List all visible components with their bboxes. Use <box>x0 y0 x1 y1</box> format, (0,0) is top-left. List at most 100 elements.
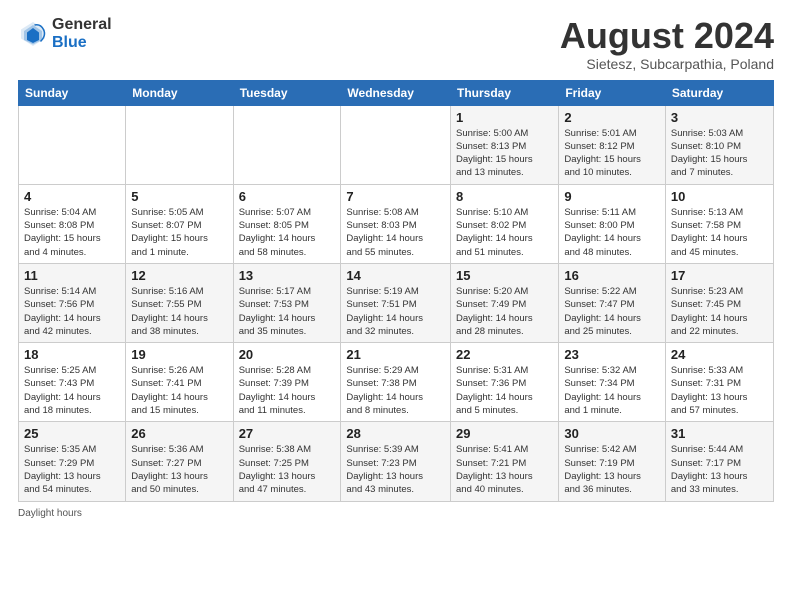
subtitle: Sietesz, Subcarpathia, Poland <box>560 56 774 72</box>
day-number: 2 <box>564 110 660 125</box>
day-number: 22 <box>456 347 553 362</box>
calendar-cell: 22 Sunrise: 5:31 AMSunset: 7:36 PMDayligh… <box>451 343 559 422</box>
day-info: Sunrise: 5:14 AMSunset: 7:56 PMDaylight:… <box>24 285 120 338</box>
day-info: Sunrise: 5:10 AMSunset: 8:02 PMDaylight:… <box>456 206 553 259</box>
calendar-cell: 24Sunrise: 5:33 AMSunset: 7:31 PMDayligh… <box>665 343 773 422</box>
calendar-cell: 6 Sunrise: 5:07 AMSunset: 8:05 PMDaylight… <box>233 184 341 263</box>
day-info: Sunrise: 5:29 AMSunset: 7:38 PMDaylight:… <box>346 364 445 417</box>
calendar-col-header: Sunday <box>19 80 126 105</box>
day-info: Sunrise: 5:41 AMSunset: 7:21 PMDaylight:… <box>456 443 553 496</box>
calendar-cell: 25Sunrise: 5:35 AMSunset: 7:29 PMDayligh… <box>19 422 126 501</box>
day-info: Sunrise: 5:28 AMSunset: 7:39 PMDaylight:… <box>239 364 336 417</box>
calendar-col-header: Tuesday <box>233 80 341 105</box>
calendar-cell: 13 Sunrise: 5:17 AMSunset: 7:53 PMDayligh… <box>233 263 341 342</box>
day-number: 13 <box>239 268 336 283</box>
calendar-cell: 28Sunrise: 5:39 AMSunset: 7:23 PMDayligh… <box>341 422 451 501</box>
day-info: Sunrise: 5:01 AMSunset: 8:12 PMDaylight:… <box>564 127 660 180</box>
day-number: 19 <box>131 347 227 362</box>
day-info: Sunrise: 5:17 AMSunset: 7:53 PMDaylight:… <box>239 285 336 338</box>
calendar-cell: 10 Sunrise: 5:13 AMSunset: 7:58 PMDayligh… <box>665 184 773 263</box>
calendar-cell: 7Sunrise: 5:08 AMSunset: 8:03 PMDaylight… <box>341 184 451 263</box>
calendar-cell: 26Sunrise: 5:36 AMSunset: 7:27 PMDayligh… <box>126 422 233 501</box>
day-info: Sunrise: 5:11 AMSunset: 8:00 PMDaylight:… <box>564 206 660 259</box>
calendar-cell: 31Sunrise: 5:44 AMSunset: 7:17 PMDayligh… <box>665 422 773 501</box>
calendar-week-row: 18Sunrise: 5:25 AMSunset: 7:43 PMDayligh… <box>19 343 774 422</box>
calendar-cell: 21 Sunrise: 5:29 AMSunset: 7:38 PMDayligh… <box>341 343 451 422</box>
calendar-cell: 12 Sunrise: 5:16 AMSunset: 7:55 PMDayligh… <box>126 263 233 342</box>
day-number: 31 <box>671 426 768 441</box>
calendar-cell <box>19 105 126 184</box>
day-info: Sunrise: 5:23 AMSunset: 7:45 PMDaylight:… <box>671 285 768 338</box>
day-info: Sunrise: 5:16 AMSunset: 7:55 PMDaylight:… <box>131 285 227 338</box>
calendar-cell: 29 Sunrise: 5:41 AMSunset: 7:21 PMDayligh… <box>451 422 559 501</box>
day-number: 4 <box>24 189 120 204</box>
day-info: Sunrise: 5:08 AMSunset: 8:03 PMDaylight:… <box>346 206 445 259</box>
day-info: Sunrise: 5:42 AMSunset: 7:19 PMDaylight:… <box>564 443 660 496</box>
calendar-col-header: Thursday <box>451 80 559 105</box>
calendar-header-row: SundayMondayTuesdayWednesdayThursdayFrid… <box>19 80 774 105</box>
header: General Blue August 2024 Sietesz, Subcar… <box>18 16 774 72</box>
day-number: 29 <box>456 426 553 441</box>
calendar-cell: 8 Sunrise: 5:10 AMSunset: 8:02 PMDaylight… <box>451 184 559 263</box>
calendar-col-header: Wednesday <box>341 80 451 105</box>
day-number: 11 <box>24 268 120 283</box>
calendar-cell: 1Sunrise: 5:00 AMSunset: 8:13 PMDaylight… <box>451 105 559 184</box>
calendar-cell: 14 Sunrise: 5:19 AMSunset: 7:51 PMDayligh… <box>341 263 451 342</box>
day-number: 10 <box>671 189 768 204</box>
calendar-week-row: 4Sunrise: 5:04 AMSunset: 8:08 PMDaylight… <box>19 184 774 263</box>
day-number: 17 <box>671 268 768 283</box>
day-number: 8 <box>456 189 553 204</box>
day-number: 6 <box>239 189 336 204</box>
calendar-col-header: Saturday <box>665 80 773 105</box>
day-number: 14 <box>346 268 445 283</box>
day-number: 18 <box>24 347 120 362</box>
calendar-cell: 17 Sunrise: 5:23 AMSunset: 7:45 PMDayligh… <box>665 263 773 342</box>
calendar-cell: 30 Sunrise: 5:42 AMSunset: 7:19 PMDayligh… <box>559 422 666 501</box>
day-info: Sunrise: 5:32 AMSunset: 7:34 PMDaylight:… <box>564 364 660 417</box>
page: General Blue August 2024 Sietesz, Subcar… <box>0 0 792 612</box>
calendar-col-header: Friday <box>559 80 666 105</box>
logo-icon <box>18 19 48 49</box>
calendar-cell <box>233 105 341 184</box>
main-title: August 2024 <box>560 16 774 56</box>
logo: General Blue <box>18 16 112 51</box>
day-info: Sunrise: 5:19 AMSunset: 7:51 PMDaylight:… <box>346 285 445 338</box>
calendar-cell: 9Sunrise: 5:11 AMSunset: 8:00 PMDaylight… <box>559 184 666 263</box>
calendar-cell <box>341 105 451 184</box>
calendar-cell: 3Sunrise: 5:03 AMSunset: 8:10 PMDaylight… <box>665 105 773 184</box>
day-info: Sunrise: 5:20 AMSunset: 7:49 PMDaylight:… <box>456 285 553 338</box>
calendar-cell <box>126 105 233 184</box>
calendar-cell: 4Sunrise: 5:04 AMSunset: 8:08 PMDaylight… <box>19 184 126 263</box>
day-info: Sunrise: 5:03 AMSunset: 8:10 PMDaylight:… <box>671 127 768 180</box>
day-number: 28 <box>346 426 445 441</box>
calendar-cell: 23Sunrise: 5:32 AMSunset: 7:34 PMDayligh… <box>559 343 666 422</box>
day-number: 24 <box>671 347 768 362</box>
day-info: Sunrise: 5:22 AMSunset: 7:47 PMDaylight:… <box>564 285 660 338</box>
calendar-cell: 27Sunrise: 5:38 AMSunset: 7:25 PMDayligh… <box>233 422 341 501</box>
calendar-cell: 15 Sunrise: 5:20 AMSunset: 7:49 PMDayligh… <box>451 263 559 342</box>
calendar-col-header: Monday <box>126 80 233 105</box>
day-info: Sunrise: 5:38 AMSunset: 7:25 PMDaylight:… <box>239 443 336 496</box>
calendar-week-row: 25Sunrise: 5:35 AMSunset: 7:29 PMDayligh… <box>19 422 774 501</box>
calendar-cell: 16Sunrise: 5:22 AMSunset: 7:47 PMDayligh… <box>559 263 666 342</box>
day-number: 15 <box>456 268 553 283</box>
day-info: Sunrise: 5:13 AMSunset: 7:58 PMDaylight:… <box>671 206 768 259</box>
day-info: Sunrise: 5:36 AMSunset: 7:27 PMDaylight:… <box>131 443 227 496</box>
calendar-cell: 18Sunrise: 5:25 AMSunset: 7:43 PMDayligh… <box>19 343 126 422</box>
day-number: 21 <box>346 347 445 362</box>
day-info: Sunrise: 5:35 AMSunset: 7:29 PMDaylight:… <box>24 443 120 496</box>
day-info: Sunrise: 5:00 AMSunset: 8:13 PMDaylight:… <box>456 127 553 180</box>
calendar-table: SundayMondayTuesdayWednesdayThursdayFrid… <box>18 80 774 502</box>
calendar-cell: 2 Sunrise: 5:01 AMSunset: 8:12 PMDaylight… <box>559 105 666 184</box>
calendar-week-row: 1Sunrise: 5:00 AMSunset: 8:13 PMDaylight… <box>19 105 774 184</box>
day-info: Sunrise: 5:05 AMSunset: 8:07 PMDaylight:… <box>131 206 227 259</box>
calendar-cell: 11 Sunrise: 5:14 AMSunset: 7:56 PMDayligh… <box>19 263 126 342</box>
day-number: 5 <box>131 189 227 204</box>
calendar-cell: 20Sunrise: 5:28 AMSunset: 7:39 PMDayligh… <box>233 343 341 422</box>
day-number: 30 <box>564 426 660 441</box>
day-info: Sunrise: 5:07 AMSunset: 8:05 PMDaylight:… <box>239 206 336 259</box>
footer-note: Daylight hours <box>18 508 774 519</box>
day-number: 12 <box>131 268 227 283</box>
day-info: Sunrise: 5:26 AMSunset: 7:41 PMDaylight:… <box>131 364 227 417</box>
day-info: Sunrise: 5:31 AMSunset: 7:36 PMDaylight:… <box>456 364 553 417</box>
